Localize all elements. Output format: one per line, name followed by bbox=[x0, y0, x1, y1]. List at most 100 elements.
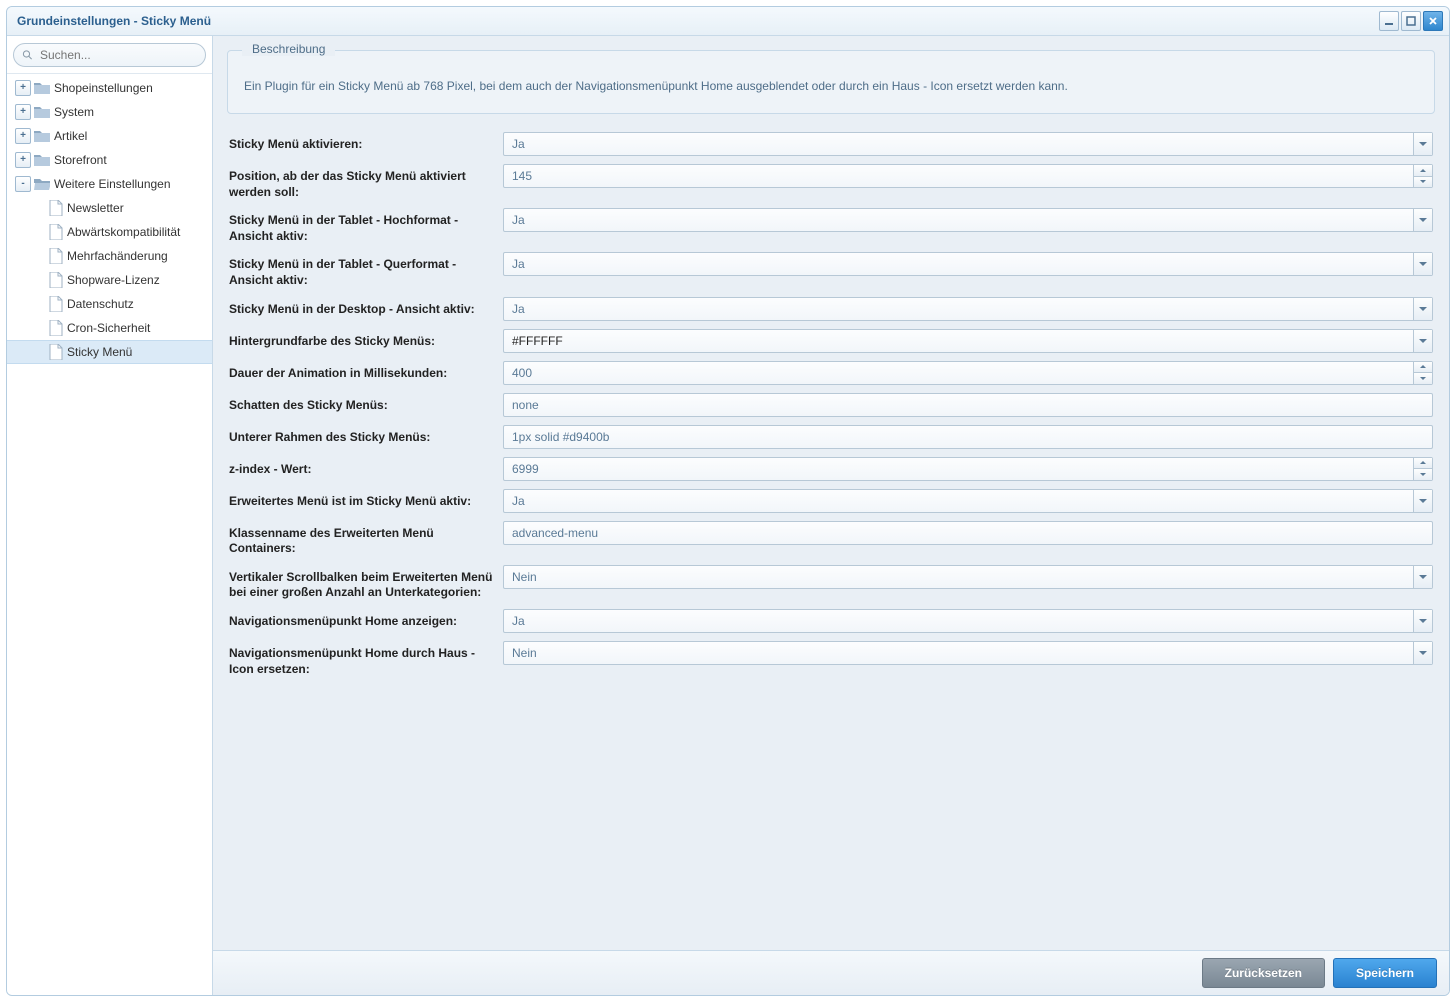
tree-child-multi[interactable]: Mehrfachänderung bbox=[7, 244, 212, 268]
dropdown-trigger[interactable] bbox=[1413, 490, 1432, 512]
chevron-down-icon bbox=[1419, 142, 1427, 146]
dropdown-trigger[interactable] bbox=[1413, 209, 1432, 231]
form-label: z-index - Wert: bbox=[229, 457, 503, 478]
tree-label: Datenschutz bbox=[67, 297, 134, 311]
form-field: 6999 bbox=[503, 457, 1433, 481]
collapse-icon[interactable]: - bbox=[15, 176, 31, 192]
save-button[interactable]: Speichern bbox=[1333, 958, 1437, 988]
form-field: Ja bbox=[503, 489, 1433, 513]
chevron-down-icon bbox=[1420, 473, 1426, 476]
page-icon bbox=[49, 272, 63, 288]
color-value: #FFFFFF bbox=[504, 334, 1413, 348]
spinner-down[interactable] bbox=[1414, 177, 1432, 188]
form-label: Erweitertes Menü ist im Sticky Menü akti… bbox=[229, 489, 503, 510]
form-field: Nein bbox=[503, 565, 1433, 589]
form-field: Ja bbox=[503, 609, 1433, 633]
tree-child-cron[interactable]: Cron-Sicherheit bbox=[7, 316, 212, 340]
window-title: Grundeinstellungen - Sticky Menü bbox=[17, 14, 1377, 28]
chevron-down-icon bbox=[1419, 218, 1427, 222]
dropdown-trigger[interactable] bbox=[1413, 298, 1432, 320]
spinner-down[interactable] bbox=[1414, 373, 1432, 384]
form-field: Ja bbox=[503, 252, 1433, 276]
expand-icon[interactable]: + bbox=[15, 104, 31, 120]
minimize-icon bbox=[1384, 16, 1394, 26]
form-row: Dauer der Animation in Millisekunden:400 bbox=[229, 361, 1433, 385]
settings-window: Grundeinstellungen - Sticky Menü bbox=[6, 6, 1450, 996]
tree-label: Shopware-Lizenz bbox=[67, 273, 160, 287]
folder-icon bbox=[34, 105, 50, 119]
form-label: Sticky Menü in der Tablet - Hochformat -… bbox=[229, 208, 503, 244]
dropdown-trigger[interactable] bbox=[1413, 610, 1432, 632]
number-spinner[interactable]: 6999 bbox=[503, 457, 1433, 481]
combo-value: Ja bbox=[504, 213, 1413, 227]
dropdown-trigger[interactable] bbox=[1413, 330, 1432, 352]
form-label: Dauer der Animation in Millisekunden: bbox=[229, 361, 503, 382]
expand-icon[interactable]: + bbox=[15, 152, 31, 168]
page-icon bbox=[49, 248, 63, 264]
spinner-up[interactable] bbox=[1414, 165, 1432, 177]
combo-box[interactable]: Ja bbox=[503, 208, 1433, 232]
tree-node-system[interactable]: + System bbox=[7, 100, 212, 124]
combo-box[interactable]: Ja bbox=[503, 132, 1433, 156]
expand-icon[interactable]: + bbox=[15, 128, 31, 144]
number-spinner[interactable]: 145 bbox=[503, 164, 1433, 188]
tree-child-sticky[interactable]: Sticky Menü bbox=[7, 340, 212, 364]
text-field[interactable]: none bbox=[503, 393, 1433, 417]
search-input[interactable] bbox=[38, 47, 197, 63]
dropdown-trigger[interactable] bbox=[1413, 642, 1432, 664]
dropdown-trigger[interactable] bbox=[1413, 253, 1432, 275]
form-row: Sticky Menü in der Desktop - Ansicht akt… bbox=[229, 297, 1433, 321]
tree-node-weitere[interactable]: - Weitere Einstellungen bbox=[7, 172, 212, 196]
tree-node-shopeinstellungen[interactable]: + Shopeinstellungen bbox=[7, 76, 212, 100]
dropdown-trigger[interactable] bbox=[1413, 133, 1432, 155]
tree: + Shopeinstellungen + System + Artikel + bbox=[7, 73, 212, 995]
tree-label: Newsletter bbox=[67, 201, 124, 215]
maximize-icon bbox=[1406, 16, 1416, 26]
combo-box[interactable]: Ja bbox=[503, 297, 1433, 321]
search-field[interactable] bbox=[13, 43, 206, 67]
expand-icon[interactable]: + bbox=[15, 80, 31, 96]
tree-label: Shopeinstellungen bbox=[54, 81, 153, 95]
tree-label: Storefront bbox=[54, 153, 107, 167]
text-field[interactable]: advanced-menu bbox=[503, 521, 1433, 545]
combo-box[interactable]: Ja bbox=[503, 609, 1433, 633]
tree-child-privacy[interactable]: Datenschutz bbox=[7, 292, 212, 316]
form-label: Unterer Rahmen des Sticky Menüs: bbox=[229, 425, 503, 446]
content: Beschreibung Ein Plugin für ein Sticky M… bbox=[213, 36, 1449, 995]
close-button[interactable] bbox=[1423, 11, 1443, 31]
chevron-down-icon bbox=[1419, 575, 1427, 579]
combo-box[interactable]: Nein bbox=[503, 565, 1433, 589]
combo-box[interactable]: Nein bbox=[503, 641, 1433, 665]
reset-button[interactable]: Zurücksetzen bbox=[1202, 958, 1325, 988]
text-field[interactable]: 1px solid #d9400b bbox=[503, 425, 1433, 449]
combo-value: Ja bbox=[504, 302, 1413, 316]
spinner-value: 6999 bbox=[504, 462, 1413, 476]
tree-node-artikel[interactable]: + Artikel bbox=[7, 124, 212, 148]
combo-box[interactable]: Ja bbox=[503, 252, 1433, 276]
spinner-up[interactable] bbox=[1414, 362, 1432, 374]
form-label: Position, ab der das Sticky Menü aktivie… bbox=[229, 164, 503, 200]
form-label: Hintergrundfarbe des Sticky Menüs: bbox=[229, 329, 503, 350]
combo-box[interactable]: Ja bbox=[503, 489, 1433, 513]
tree-node-storefront[interactable]: + Storefront bbox=[7, 148, 212, 172]
spinner-value: 400 bbox=[504, 366, 1413, 380]
dropdown-trigger[interactable] bbox=[1413, 566, 1432, 588]
tree-child-newsletter[interactable]: Newsletter bbox=[7, 196, 212, 220]
form-row: Klassenname des Erweiterten Menü Contain… bbox=[229, 521, 1433, 557]
spinner-down[interactable] bbox=[1414, 469, 1432, 480]
form-field: Nein bbox=[503, 641, 1433, 665]
maximize-button[interactable] bbox=[1401, 11, 1421, 31]
combo-value: Ja bbox=[504, 137, 1413, 151]
form-label: Vertikaler Scrollbalken beim Erweiterten… bbox=[229, 565, 503, 601]
spinner-up[interactable] bbox=[1414, 458, 1432, 470]
number-spinner[interactable]: 400 bbox=[503, 361, 1433, 385]
minimize-button[interactable] bbox=[1379, 11, 1399, 31]
tree-label: Weitere Einstellungen bbox=[54, 177, 171, 191]
combo-value: Ja bbox=[504, 614, 1413, 628]
tree-child-license[interactable]: Shopware-Lizenz bbox=[7, 268, 212, 292]
color-field[interactable]: #FFFFFF bbox=[503, 329, 1433, 353]
tree-child-compat[interactable]: Abwärtskompatibilität bbox=[7, 220, 212, 244]
text-value: advanced-menu bbox=[504, 526, 1432, 540]
form-row: Position, ab der das Sticky Menü aktivie… bbox=[229, 164, 1433, 200]
form-row: Navigationsmenüpunkt Home anzeigen:Ja bbox=[229, 609, 1433, 633]
